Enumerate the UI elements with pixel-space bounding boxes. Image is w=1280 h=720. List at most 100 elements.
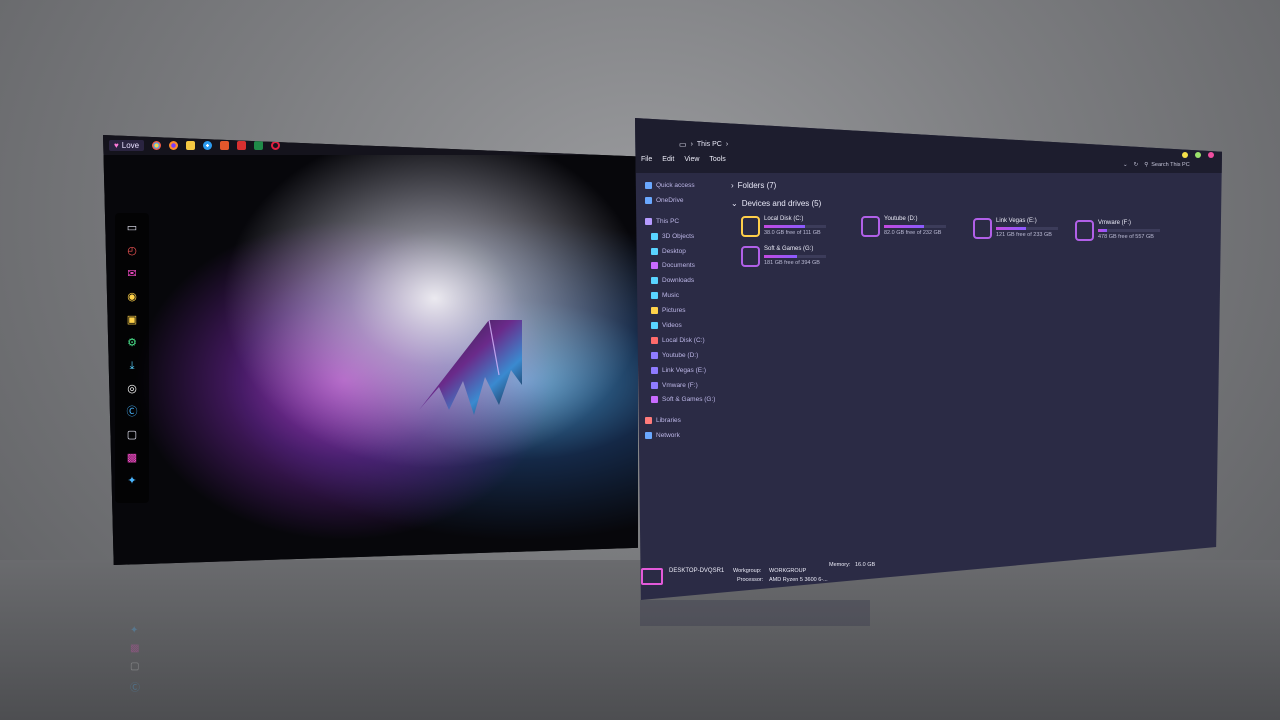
explorer-header: ▭ › This PC › File Edit View Tools ⌄ ↻ ⚲… bbox=[635, 118, 1222, 173]
excel-icon[interactable] bbox=[254, 140, 264, 150]
music-icon bbox=[651, 292, 658, 300]
drive-icon bbox=[861, 216, 880, 237]
processor-label: Processor: bbox=[737, 577, 764, 583]
drive-name: Local Disk (C:) bbox=[764, 216, 804, 222]
memory-value: 16.0 GB bbox=[855, 562, 876, 568]
nav-item[interactable]: OneDrive bbox=[645, 193, 735, 208]
nav-item-label: Soft & Games (G:) bbox=[662, 396, 716, 404]
drive-icon bbox=[651, 336, 658, 344]
skype-icon[interactable]: Ⓒ bbox=[125, 405, 139, 419]
nav-item[interactable]: Network bbox=[645, 428, 735, 443]
nav-item-label: Network bbox=[656, 432, 680, 440]
drive-tile[interactable]: Local Disk (C:) 38.0 GB free of 111 GB bbox=[741, 216, 826, 237]
close-button[interactable] bbox=[1208, 152, 1214, 158]
maximize-button[interactable] bbox=[1195, 152, 1201, 158]
drive-usage-bar bbox=[996, 227, 1058, 230]
star-icon bbox=[645, 181, 652, 189]
folder-icon[interactable] bbox=[186, 140, 196, 150]
photos-icon: ▢ bbox=[130, 661, 140, 672]
computer-name: DESKTOP-DVQSR1 bbox=[669, 568, 725, 574]
menu-edit[interactable]: Edit bbox=[662, 156, 674, 163]
document-icon bbox=[651, 262, 658, 270]
folders-section-header[interactable]: › Folders (7) bbox=[731, 176, 1211, 194]
nav-item-label: Downloads bbox=[662, 277, 695, 285]
chevron-down-icon[interactable]: ⌄ bbox=[1123, 162, 1128, 168]
drive-icon bbox=[651, 396, 658, 404]
drive-free-space: 478 GB free of 557 GB bbox=[1098, 234, 1154, 240]
nav-item-label: Documents bbox=[662, 262, 695, 270]
breadcrumb[interactable]: ▭ › This PC › bbox=[679, 140, 728, 149]
nav-item[interactable]: Desktop bbox=[645, 244, 735, 259]
love-button[interactable]: ♥ Love bbox=[109, 139, 145, 151]
menu-view[interactable]: View bbox=[684, 156, 699, 163]
drive-name: Soft & Games (G:) bbox=[764, 246, 814, 252]
search-icon: ⚲ bbox=[1144, 162, 1149, 168]
chevron-down-icon: ⌄ bbox=[731, 198, 738, 208]
nav-item[interactable]: Documents bbox=[645, 258, 735, 273]
nav-item[interactable]: Downloads bbox=[645, 273, 735, 288]
nav-item-label: Youtube (D:) bbox=[662, 351, 699, 359]
desktop-icon bbox=[651, 247, 658, 255]
download-icon bbox=[651, 277, 658, 285]
chrome-icon[interactable] bbox=[152, 140, 162, 150]
drive-free-space: 38.0 GB free of 111 GB bbox=[764, 230, 821, 236]
nav-item[interactable]: Quick access bbox=[645, 178, 735, 193]
drive-tile[interactable]: Youtube (D:) 82.0 GB free of 232 GB bbox=[861, 216, 946, 237]
chevron-right-icon: › bbox=[725, 141, 729, 148]
drive-tile[interactable]: Soft & Games (G:) 181 GB free of 394 GB bbox=[741, 246, 826, 267]
nav-item[interactable]: 3D Objects bbox=[645, 229, 735, 244]
opera-icon[interactable] bbox=[271, 140, 281, 150]
image-editor-icon: ▩ bbox=[130, 643, 140, 654]
nav-item[interactable]: This PC bbox=[645, 214, 735, 229]
drive-usage-fill bbox=[996, 227, 1026, 230]
drive-tile[interactable]: Link Vegas (E:) 121 GB free of 233 GB bbox=[973, 218, 1058, 239]
firefox-icon[interactable] bbox=[169, 140, 179, 150]
menu-bar: File Edit View Tools bbox=[641, 156, 726, 163]
devices-section-header[interactable]: ⌄ Devices and drives (5) bbox=[731, 194, 1211, 212]
menu-tools[interactable]: Tools bbox=[709, 156, 725, 163]
drive-icon bbox=[651, 351, 658, 359]
nav-item[interactable]: Youtube (D:) bbox=[645, 348, 735, 363]
music-icon[interactable]: ◎ bbox=[125, 382, 139, 396]
wallpaper-logo bbox=[419, 319, 522, 415]
drive-icon bbox=[1075, 220, 1094, 241]
settings-icon[interactable]: ⚙ bbox=[125, 336, 139, 350]
nav-item[interactable]: Pictures bbox=[645, 303, 735, 318]
nav-item[interactable]: Link Vegas (E:) bbox=[645, 363, 735, 378]
clock-icon[interactable]: ◴ bbox=[125, 244, 139, 258]
menu-file[interactable]: File bbox=[641, 156, 652, 163]
nav-item-label: Music bbox=[662, 292, 679, 300]
chrome-icon[interactable]: ◉ bbox=[125, 290, 139, 304]
nav-item[interactable]: Soft & Games (G:) bbox=[645, 392, 735, 407]
chevron-right-icon: › bbox=[731, 180, 734, 190]
twitter-icon[interactable]: ✦ bbox=[125, 474, 139, 488]
drive-icon bbox=[651, 381, 658, 389]
search-area: ⌄ ↻ ⚲ Search This PC bbox=[1123, 162, 1190, 168]
edge-icon[interactable] bbox=[203, 140, 213, 150]
photos-icon[interactable]: ▢ bbox=[125, 428, 139, 442]
nav-item[interactable]: Videos bbox=[645, 318, 735, 333]
nav-item[interactable]: Libraries bbox=[645, 413, 735, 428]
mail-icon[interactable]: ✉ bbox=[125, 267, 139, 281]
breadcrumb-location[interactable]: This PC bbox=[697, 141, 722, 148]
image-editor-icon[interactable]: ▩ bbox=[125, 451, 139, 465]
minimize-button[interactable] bbox=[1182, 152, 1188, 158]
drive-usage-fill bbox=[764, 255, 798, 258]
nav-item[interactable]: Vmware (F:) bbox=[645, 378, 735, 393]
computer-icon bbox=[641, 568, 663, 585]
memory-label: Memory: bbox=[829, 562, 851, 568]
gamepad-icon[interactable]: ▣ bbox=[125, 313, 139, 327]
drive-icon bbox=[741, 216, 760, 237]
desktop-window: ♥ Love ▭ ◴ ✉ ◉ ▣ ⚙ ⤓ ◎ Ⓒ ▢ ▩ ✦ bbox=[103, 135, 638, 565]
nav-item-label: Pictures bbox=[662, 307, 686, 315]
nav-item[interactable]: Local Disk (C:) bbox=[645, 333, 735, 348]
drive-tile[interactable]: Vmware (F:) 478 GB free of 557 GB bbox=[1075, 220, 1160, 241]
powerpoint-icon[interactable] bbox=[220, 140, 230, 150]
download-icon[interactable]: ⤓ bbox=[125, 359, 139, 373]
nav-item[interactable]: Music bbox=[645, 288, 735, 303]
acrobat-icon[interactable] bbox=[237, 140, 247, 150]
nav-item-label: Link Vegas (E:) bbox=[662, 366, 707, 374]
refresh-icon[interactable]: ↻ bbox=[1134, 162, 1139, 168]
search-box[interactable]: ⚲ Search This PC bbox=[1144, 162, 1189, 168]
monitor-icon[interactable]: ▭ bbox=[125, 221, 139, 235]
